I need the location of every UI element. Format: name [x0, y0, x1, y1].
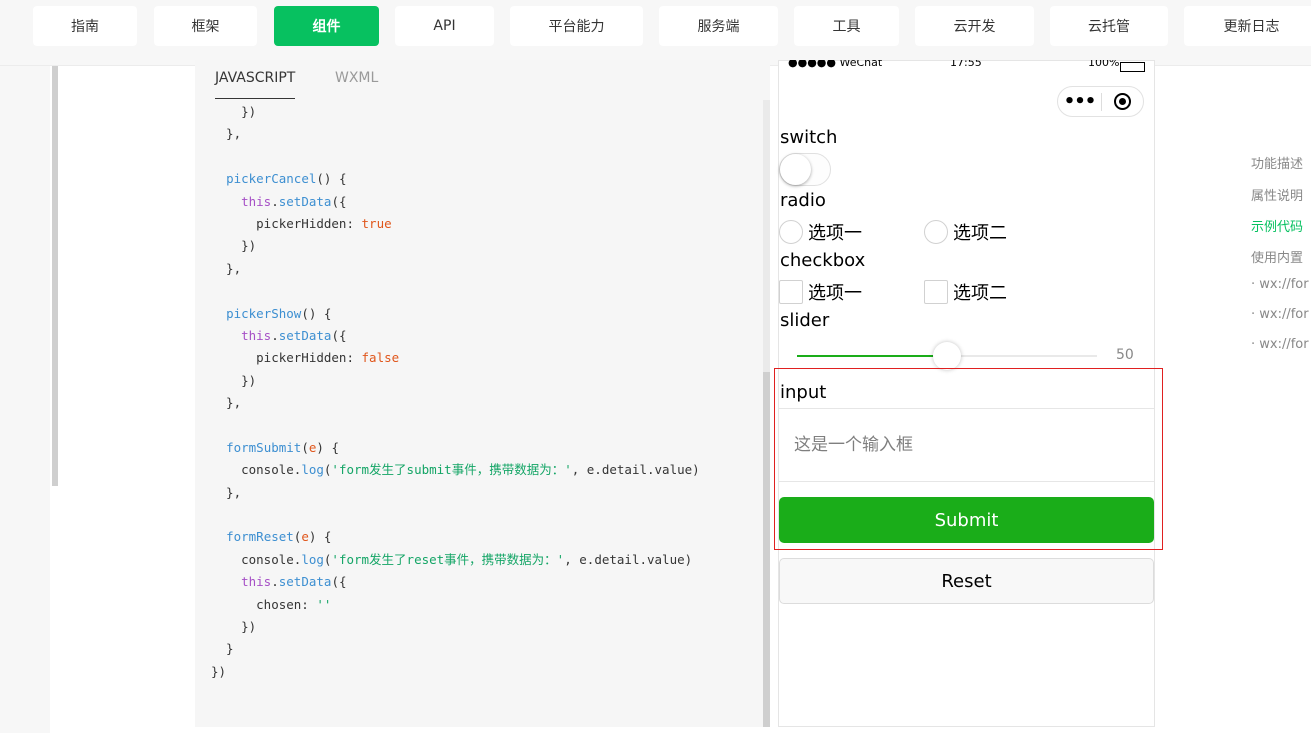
code-line: }): [211, 663, 227, 679]
toc-item-wx-form-2[interactable]: · wx://for: [1251, 307, 1309, 322]
checkbox-option-2[interactable]: 选项二: [924, 279, 1007, 305]
toc-item-wx-form-1[interactable]: · wx://for: [1251, 277, 1309, 292]
code-line: },: [211, 395, 242, 411]
toc-item-wx-form-3[interactable]: · wx://for: [1251, 337, 1309, 352]
toc-item-example[interactable]: 示例代码: [1251, 216, 1303, 235]
radio-circle: [924, 220, 948, 244]
status-carrier: ●●●●● WeChat: [788, 60, 883, 69]
input-divider-bottom: [778, 481, 1154, 482]
sidebar-scrollbar[interactable]: [52, 66, 58, 486]
battery-icon: [1120, 62, 1145, 72]
tab-javascript[interactable]: JAVASCRIPT: [215, 70, 296, 99]
switch-knob: [780, 154, 811, 185]
code-scrollbar-thumb[interactable]: [763, 372, 770, 727]
code-line: formReset(e) {: [226, 529, 332, 545]
toc-item-attributes[interactable]: 属性说明: [1251, 185, 1303, 204]
slider-thumb[interactable]: [933, 342, 961, 370]
status-time: 17:55: [950, 60, 982, 69]
close-miniprogram-button[interactable]: [1102, 93, 1143, 110]
code-line: pickerHidden: true: [211, 215, 392, 231]
radio-option-label: 选项二: [953, 223, 1007, 244]
checkbox-option-label: 选项一: [808, 283, 862, 304]
top-nav: 指南 框架 组件 API 平台能力 服务端 工具 云开发 云托管 更新日志: [0, 0, 1311, 66]
nav-item-components[interactable]: 组件: [274, 6, 379, 46]
slider-fill: [797, 355, 947, 357]
reset-button[interactable]: Reset: [779, 558, 1154, 604]
capsule-menu: •••: [1057, 86, 1144, 117]
toc: 功能描述 属性说明 示例代码 使用内置 · wx://for · wx://fo…: [1240, 145, 1311, 365]
code-line: }): [211, 372, 257, 388]
phone-preview: [778, 60, 1155, 727]
code-line: }: [211, 641, 234, 657]
code-line: this.setData({: [241, 193, 347, 209]
code-line: },: [211, 484, 242, 500]
slider-value: 50: [1116, 347, 1134, 363]
toc-item-description[interactable]: 功能描述: [1251, 153, 1303, 172]
code-line: this.setData({: [241, 327, 347, 343]
target-icon: [1114, 93, 1131, 110]
checkbox-option-label: 选项二: [953, 283, 1007, 304]
code-line: pickerCancel() {: [226, 171, 347, 187]
code-line: }): [211, 618, 257, 634]
checkbox-label: checkbox: [780, 250, 866, 271]
submit-button[interactable]: Submit: [779, 497, 1154, 543]
code-line: }): [211, 238, 257, 254]
code-line: },: [211, 260, 242, 276]
nav-item-changelog[interactable]: 更新日志: [1184, 6, 1311, 46]
code-block: }) }, pickerCancel() { this.setData({ pi…: [211, 101, 700, 683]
nav-item-guide[interactable]: 指南: [33, 6, 137, 46]
text-input[interactable]: [794, 430, 1144, 460]
code-line: this.setData({: [241, 574, 347, 590]
radio-option-2[interactable]: 选项二: [924, 219, 1007, 245]
checkbox-option-1[interactable]: 选项一: [779, 279, 862, 305]
tab-wxml[interactable]: WXML: [335, 70, 378, 98]
slider-label: slider: [780, 310, 830, 331]
radio-circle: [779, 220, 803, 244]
nav-item-platform[interactable]: 平台能力: [510, 6, 643, 46]
code-line: console.log('form发生了reset事件，携带数据为：', e.d…: [211, 551, 693, 567]
toc-item-builtin[interactable]: 使用内置: [1251, 247, 1303, 266]
checkbox-square: [924, 280, 948, 304]
more-icon[interactable]: •••: [1058, 91, 1101, 112]
checkbox-square: [779, 280, 803, 304]
nav-item-cloud-dev[interactable]: 云开发: [915, 6, 1034, 46]
code-line: pickerHidden: false: [211, 350, 400, 366]
phone-status-bar: ●●●●● WeChat 17:55 100%: [788, 60, 1148, 76]
code-line: pickerShow() {: [226, 305, 332, 321]
status-battery: 100%: [1088, 60, 1120, 69]
switch-toggle[interactable]: [779, 153, 831, 186]
radio-label: radio: [780, 190, 826, 211]
switch-label: switch: [780, 127, 838, 148]
nav-item-tools[interactable]: 工具: [794, 6, 899, 46]
code-line: }): [211, 104, 257, 119]
code-line: chosen: '': [211, 596, 332, 612]
radio-option-1[interactable]: 选项一: [779, 219, 862, 245]
input-divider-top: [778, 408, 1154, 409]
input-label: input: [780, 382, 827, 403]
code-line: formSubmit(e) {: [226, 439, 339, 455]
code-line: console.log('form发生了submit事件，携带数据为：', e.…: [211, 462, 700, 478]
nav-item-api[interactable]: API: [395, 6, 494, 46]
radio-option-label: 选项一: [808, 223, 862, 244]
code-line: },: [211, 126, 242, 142]
nav-item-server[interactable]: 服务端: [659, 6, 778, 46]
nav-item-cloud-hosting[interactable]: 云托管: [1050, 6, 1168, 46]
nav-item-framework[interactable]: 框架: [154, 6, 257, 46]
